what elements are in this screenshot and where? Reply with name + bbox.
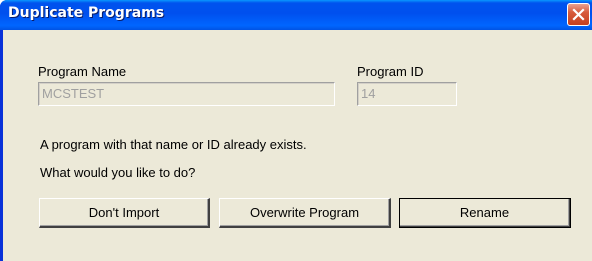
message-line-1: A program with that name or ID already e… [40, 137, 307, 152]
close-icon [572, 8, 585, 21]
close-button[interactable] [567, 3, 590, 26]
dialog-body: Program Name MCSTEST Program ID 14 A pro… [3, 30, 592, 261]
window-title: Duplicate Programs [8, 5, 165, 21]
program-name-field: MCSTEST [38, 82, 335, 106]
dont-import-button[interactable]: Don't Import [39, 198, 210, 228]
dialog-window: Duplicate Programs Program Name MCSTEST … [0, 0, 592, 261]
message-line-2: What would you like to do? [40, 165, 196, 180]
program-id-label: Program ID [357, 64, 424, 79]
program-name-label: Program Name [38, 64, 127, 79]
rename-button[interactable]: Rename [399, 198, 571, 228]
program-id-field: 14 [357, 82, 457, 106]
title-bar[interactable]: Duplicate Programs [0, 0, 592, 30]
overwrite-program-button[interactable]: Overwrite Program [219, 198, 391, 228]
